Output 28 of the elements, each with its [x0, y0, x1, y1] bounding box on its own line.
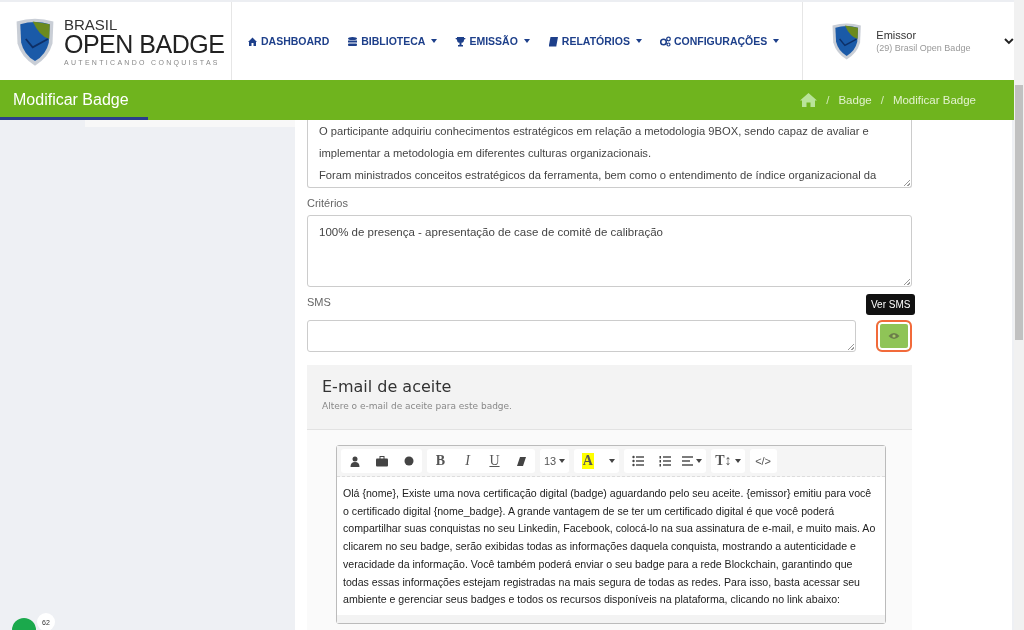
description-text: O participante adquiriu conhecimentos estratégicos em relação a metodologia 9BOX, sendo capaz de avaliar e implementar a metodologia em diferentes culturas organizacionais. [319, 124, 870, 161]
field-label: SMS [307, 296, 331, 308]
toolbar-button[interactable]: T↕ [711, 449, 745, 473]
criteria-text: 100% de presença - apresentação de case de comitê de calibração [319, 225, 664, 240]
toolbar-button[interactable]: 13 [540, 449, 570, 473]
toolbar-button[interactable]: </> [749, 449, 777, 473]
criteria-field[interactable]: 100% de presença - apresentação de case de comitê de calibração [307, 215, 912, 287]
toolbar-button[interactable]: I [454, 449, 481, 473]
panel-subtitle: Altere o e-mail de aceite para este badge. [322, 401, 513, 411]
nav-link[interactable]: RELATÓRIOS [547, 35, 642, 47]
breadcrumb-separator: / [880, 94, 884, 106]
field-label: Critérios [307, 197, 348, 209]
nav-link[interactable]: BIBLIOTECA [347, 35, 438, 47]
user-organization: (29) Brasil Open Badge [876, 43, 972, 53]
email-body-text: Olá {nome}, Existe uma nova certificação digital (badge) aguardando pelo seu aceite. {emissor} emitiu para você o certificado digital {nome_badge}. A grande vantagem de se ter um certificado digital é que você poderá compartilhar suas conquistas no seu Linkedin, Facebook, colocá-lo na sua assinatura de e-mail, e muito mais. Ao clicarem no seu badge, serão exibidas todas as informações daquela conquista, mostrando a autenticidade e veracidade da informação. Você também poderá enviar o seu badge para a rede Blockchain, garantindo que todas essas informações estejam registradas na mais segura de todas as redes. Para isso, basta acessar seu ambiente e gerenciar seus badges e todos os recursos disponíveis na plataforma, clicando no link abaixo: [343, 486, 877, 608]
tooltip: Ver SMS [866, 294, 916, 315]
nav-link[interactable]: CONFIGURAÇÕES [659, 35, 780, 47]
description-text: Foram ministrados conceitos estratégicos da ferramenta, bem como o entendimento de índice organizacional da [319, 168, 878, 183]
user-role: Emissor [876, 29, 918, 41]
toolbar-button[interactable]: B [427, 449, 454, 473]
logo-text: OPEN BADGE [64, 31, 225, 57]
page-title: Modificar Badge [13, 91, 129, 109]
logo-text: BRASIL [64, 16, 119, 32]
nav-link[interactable]: EMISSÃO [455, 35, 530, 47]
panel-title: E-mail de aceite [322, 377, 453, 396]
toolbar-button[interactable]: U [481, 449, 508, 473]
nav-link[interactable]: DASHBOARD [247, 35, 330, 47]
breadcrumb-separator: / [826, 94, 830, 106]
